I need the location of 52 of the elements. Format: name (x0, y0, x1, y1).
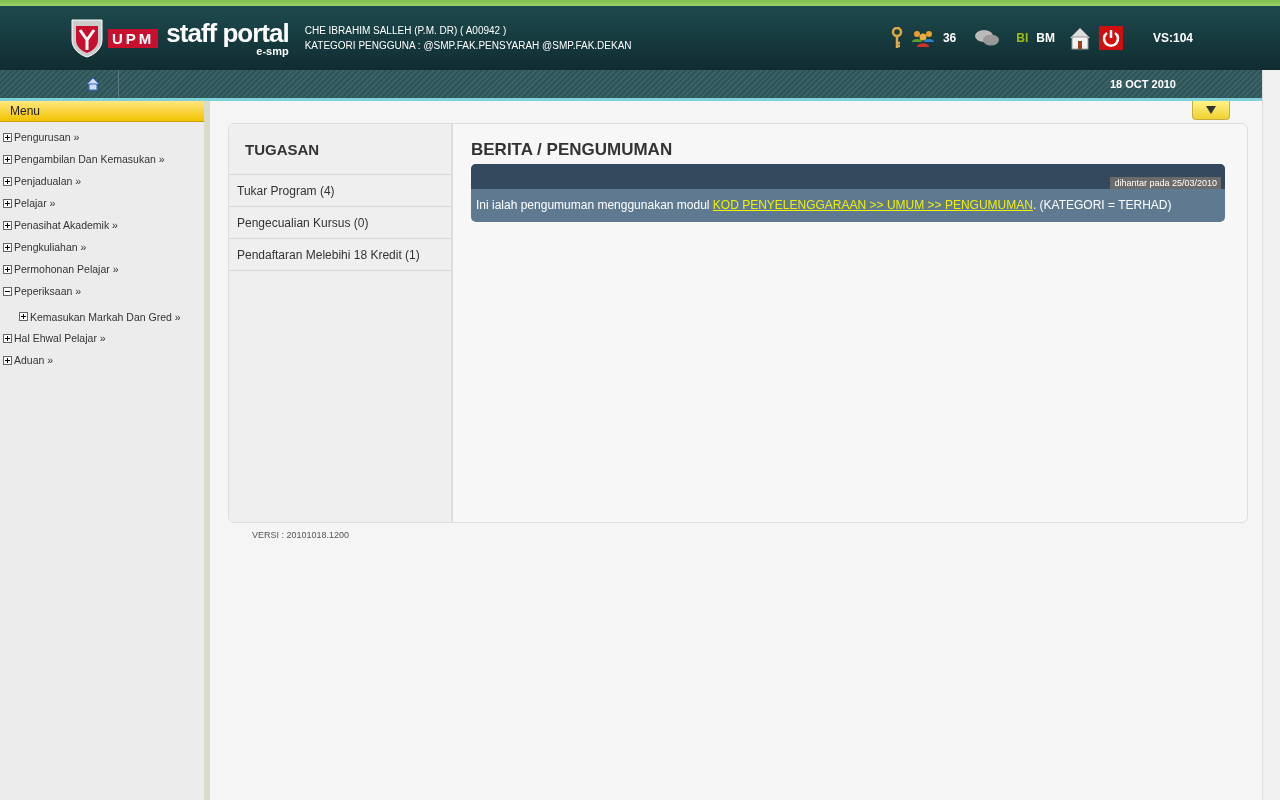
menu-item[interactable]: Hal Ehwal Pelajar » (14, 332, 106, 344)
online-count: 36 (942, 31, 957, 45)
task-item[interactable]: Tukar Program (4) (229, 175, 451, 207)
logo-title: staff portal (166, 19, 289, 46)
expand-icon[interactable] (3, 242, 12, 252)
announcement-text: Ini ialah pengumuman menggunakan modul KOD PENYELENGGARAAN >> UMUM >> PENGUMUMAN. (KATEGORI = TERHAD) (475, 197, 1173, 214)
build-version: VERSI : 20101018.1200 (251, 529, 351, 540)
current-date: 18 OCT 2010 (1109, 78, 1176, 90)
expand-icon[interactable] (3, 198, 12, 208)
language-link[interactable]: BI (1016, 31, 1029, 45)
user-category: KATEGORI PENGGUNA : @SMP.FAK.PENSYARAH @SMP.FAK.DEKAN (304, 39, 632, 53)
logo-brand: UPM (108, 28, 159, 48)
task-item[interactable]: Pendaftaran Melebihi 18 Kredit (1) (229, 239, 451, 271)
menu-item[interactable]: Penasihat Akademik » (14, 219, 118, 231)
menu-item[interactable]: Permohonan Pelajar » (14, 263, 119, 275)
shield-logo-icon (70, 18, 104, 58)
logo-subtitle: e-smp (256, 45, 289, 57)
posted-date: dihantar pada 25/03/2010 (1110, 177, 1221, 189)
menu-item[interactable]: Penjadualan » (14, 175, 82, 187)
menu-item[interactable]: Aduan » (14, 354, 54, 366)
expand-icon[interactable] (3, 154, 12, 164)
news-title: BERITA / PENGUMUMAN (471, 140, 674, 160)
menu-item[interactable]: Kemasukan Markah Dan Gred » (30, 310, 181, 323)
expand-icon[interactable] (3, 264, 12, 274)
scrollbar[interactable] (1262, 70, 1280, 800)
expand-icon[interactable] (19, 312, 28, 321)
home-icon[interactable] (1068, 26, 1091, 50)
language-link[interactable]: BM (1036, 31, 1055, 45)
version-label: VS:104 (1152, 31, 1193, 45)
menu-item[interactable]: Pengkuliahan » (14, 241, 87, 253)
caret-icon (1206, 106, 1216, 114)
expand-icon[interactable] (3, 176, 12, 186)
task-item[interactable]: Pengecualian Kursus (0) (229, 207, 451, 239)
module-link[interactable]: KOD PENYELENGGARAAN >> UMUM >> PENGUMUMAN (712, 198, 1033, 212)
expand-icon[interactable] (3, 333, 12, 343)
home-icon[interactable] (86, 77, 100, 91)
expand-icon[interactable] (3, 132, 12, 142)
power-icon[interactable] (1098, 26, 1123, 50)
expand-icon[interactable] (3, 355, 12, 365)
menu-title: Menu (0, 101, 204, 122)
expand-icon[interactable] (3, 220, 12, 230)
tasks-title: TUGASAN (229, 124, 451, 175)
users-icon[interactable] (910, 28, 935, 48)
expand-toggle[interactable] (1192, 101, 1230, 120)
menu-item[interactable]: Peperiksaan » (14, 285, 82, 297)
key-icon[interactable] (890, 27, 903, 49)
menu-item[interactable]: Pengurusan » (14, 131, 80, 143)
menu-item[interactable]: Pengambilan Dan Kemasukan » (14, 153, 165, 165)
collapse-icon[interactable] (3, 286, 12, 296)
chat-bubbles-icon[interactable] (974, 28, 1001, 48)
user-name: CHE IBRAHIM SALLEH (P.M. DR) ( A00942 ) (304, 24, 508, 38)
menu-item[interactable]: Pelajar » (14, 197, 56, 209)
